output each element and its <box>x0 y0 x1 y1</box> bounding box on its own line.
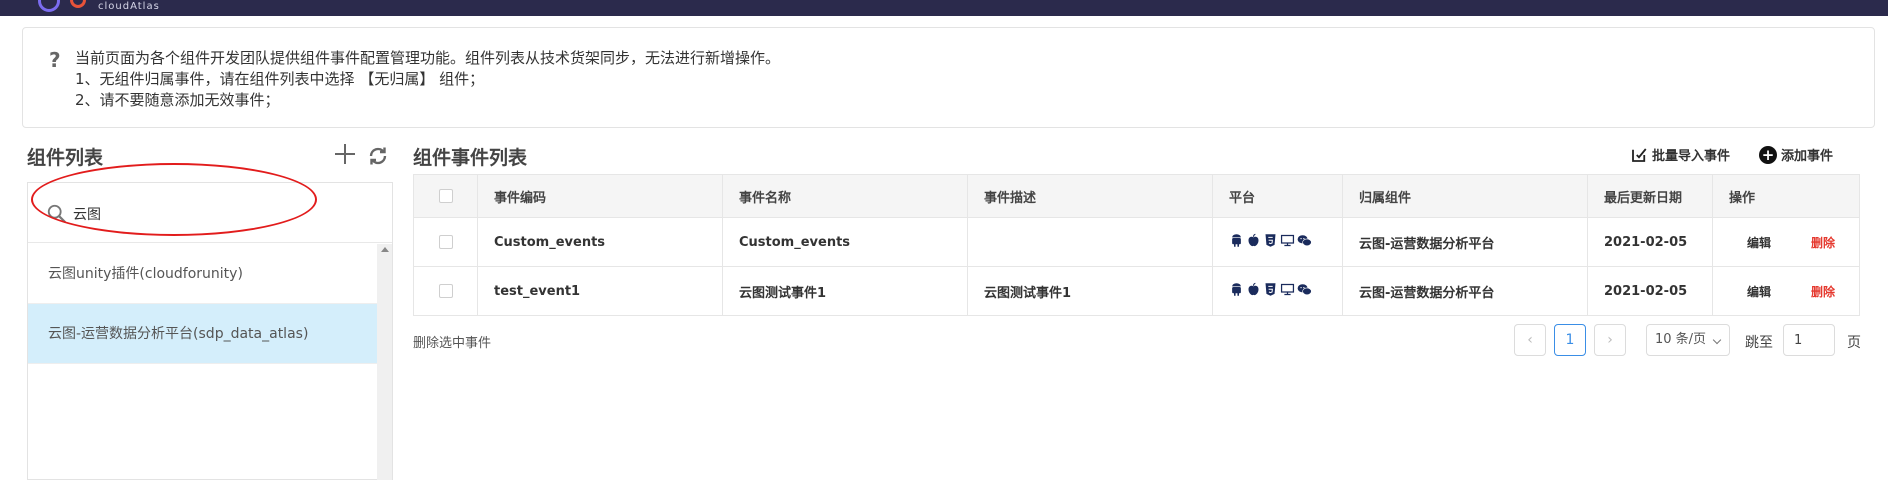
select-all-checkbox[interactable] <box>438 189 453 203</box>
batch-import-button[interactable]: 批量导入事件 <box>1630 145 1730 164</box>
import-icon <box>1632 147 1647 162</box>
page-number-button[interactable]: 1 <box>1554 324 1586 356</box>
add-event-label: 添加事件 <box>1781 149 1834 164</box>
event-code-cell: Custom_events <box>477 217 723 267</box>
actions-cell: 编辑 删除 <box>1712 217 1860 267</box>
actions-cell: 编辑 删除 <box>1712 266 1860 316</box>
desktop-icon <box>1280 282 1295 301</box>
desktop-icon <box>1280 233 1295 252</box>
page-suffix-label: 页 <box>1847 335 1861 351</box>
event-name-cell: Custom_events <box>722 217 968 267</box>
top-navbar: cloudAtlas <box>0 0 1888 16</box>
platform-cell <box>1212 266 1343 316</box>
edit-link[interactable]: 编辑 <box>1747 236 1771 250</box>
component-cell: 云图-运营数据分析平台 <box>1342 266 1588 316</box>
column-header: 操作 <box>1712 174 1860 218</box>
page-size-select[interactable]: 10 条/页 <box>1646 324 1730 356</box>
logo-icon <box>38 0 60 12</box>
html5-icon <box>1263 282 1278 301</box>
chevron-down-icon <box>1712 335 1722 345</box>
date-cell: 2021-02-05 <box>1587 217 1713 267</box>
row-checkbox[interactable] <box>438 284 453 298</box>
scroll-up-arrow-icon[interactable] <box>381 247 389 252</box>
goto-label: 跳至 <box>1745 335 1773 351</box>
refresh-icon[interactable] <box>366 144 390 168</box>
table-header-row: 事件编码 事件名称 事件描述 平台 归属组件 最后更新日期 操作 <box>413 174 1860 218</box>
column-header: 最后更新日期 <box>1587 174 1713 218</box>
event-list-title: 组件事件列表 <box>413 147 528 169</box>
add-event-button[interactable]: + 添加事件 <box>1759 145 1833 164</box>
component-cell: 云图-运营数据分析平台 <box>1342 217 1588 267</box>
column-header: 事件描述 <box>967 174 1213 218</box>
column-header: 归属组件 <box>1342 174 1588 218</box>
apple-icon <box>1246 233 1261 252</box>
notice-line-1: 当前页面为各个组件开发团队提供组件事件配置管理功能。组件列表从技术货架同步，无法… <box>75 49 781 67</box>
column-header: 事件名称 <box>722 174 968 218</box>
events-table: 事件编码 事件名称 事件描述 平台 归属组件 最后更新日期 操作 Custom_… <box>413 174 1860 316</box>
component-item-selected[interactable]: 云图-运营数据分析平台(sdp_data_atlas) <box>28 304 377 364</box>
component-item[interactable]: 云图unity插件(cloudforunity) <box>28 244 377 304</box>
info-notice: ? 当前页面为各个组件开发团队提供组件事件配置管理功能。组件列表从技术货架同步，… <box>22 27 1875 128</box>
row-select-cell <box>413 217 478 267</box>
event-desc-cell: 云图测试事件1 <box>967 266 1213 316</box>
android-icon <box>1229 282 1244 301</box>
component-list-title: 组件列表 <box>27 147 104 169</box>
annotation-circle <box>31 163 317 236</box>
table-row: test_event1 云图测试事件1 云图测试事件1 云图-运营数据分析平台 … <box>413 266 1860 316</box>
platform-cell <box>1212 217 1343 267</box>
table-row: Custom_events Custom_events 云图-运营数据分析平台 … <box>413 217 1860 267</box>
page-size-value: 10 条/页 <box>1655 332 1707 347</box>
brand-name: cloudAtlas <box>98 1 160 12</box>
goto-page-input[interactable] <box>1783 324 1835 356</box>
column-header: 事件编码 <box>477 174 723 218</box>
delete-link[interactable]: 删除 <box>1811 285 1835 299</box>
apple-icon <box>1246 282 1261 301</box>
component-list: 云图unity插件(cloudforunity) 云图-运营数据分析平台(sdp… <box>28 244 377 364</box>
edit-link[interactable]: 编辑 <box>1747 285 1771 299</box>
event-name-cell: 云图测试事件1 <box>722 266 968 316</box>
scrollbar[interactable] <box>377 244 392 480</box>
logo-icon <box>70 0 86 8</box>
prev-page-button[interactable]: ‹ <box>1514 324 1546 356</box>
event-code-cell: test_event1 <box>477 266 723 316</box>
date-cell: 2021-02-05 <box>1587 266 1713 316</box>
notice-line-3: 2、请不要随意添加无效事件； <box>75 91 280 109</box>
notice-line-2: 1、无组件归属事件，请在组件列表中选择 【无归属】 组件； <box>75 70 485 88</box>
delete-selected-button[interactable]: 删除选中事件 <box>413 332 491 351</box>
android-icon <box>1229 233 1244 252</box>
plus-circle-icon: + <box>1759 145 1777 164</box>
question-icon: ? <box>49 48 61 72</box>
event-desc-cell <box>967 217 1213 267</box>
wechat-icon <box>1297 233 1312 252</box>
delete-link[interactable]: 删除 <box>1811 236 1835 250</box>
row-checkbox[interactable] <box>438 235 453 249</box>
column-header: 平台 <box>1212 174 1343 218</box>
wechat-icon <box>1297 282 1312 301</box>
html5-icon <box>1263 233 1278 252</box>
platform-icons <box>1229 233 1312 252</box>
batch-import-label: 批量导入事件 <box>1652 149 1731 164</box>
row-select-cell <box>413 266 478 316</box>
platform-icons <box>1229 282 1312 301</box>
next-page-button[interactable]: › <box>1594 324 1626 356</box>
plus-icon[interactable] <box>333 142 357 166</box>
select-all-cell <box>413 174 478 218</box>
